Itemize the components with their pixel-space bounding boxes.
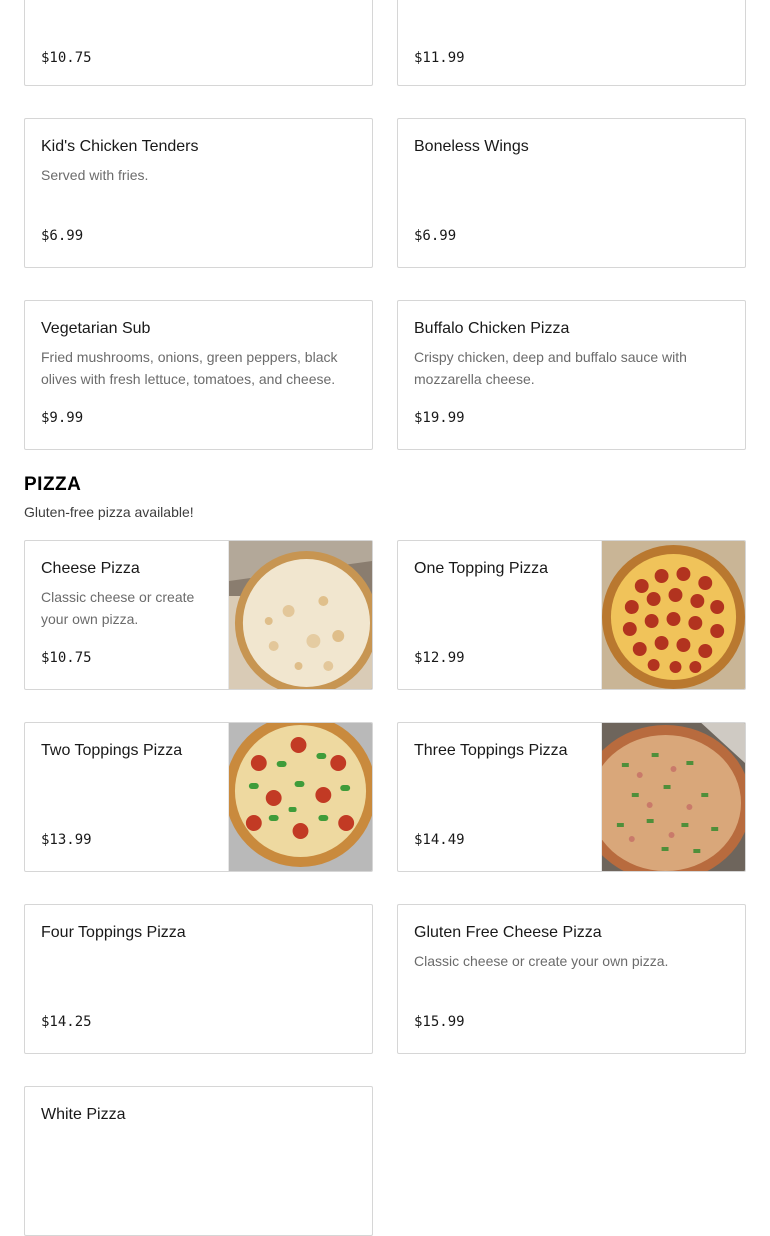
item-price: $10.75: [41, 50, 92, 66]
item-price: $10.75: [41, 650, 92, 666]
menu-item-card[interactable]: White Pizza: [24, 1086, 373, 1236]
item-description: Fried mushrooms, onions, green peppers, …: [41, 349, 338, 387]
menu-item-card[interactable]: Gluten Free Cheese Pizza Classic cheese …: [397, 904, 746, 1054]
section-subtitle: Gluten-free pizza available!: [24, 504, 194, 520]
item-price: $9.99: [41, 410, 84, 426]
item-description: Served with fries.: [41, 167, 149, 183]
item-name: Buffalo Chicken Pizza: [414, 320, 570, 337]
item-price: $14.49: [414, 832, 465, 848]
menu-item-card[interactable]: Four Toppings Pizza $14.25: [24, 904, 373, 1054]
menu-item-card[interactable]: $10.75: [24, 0, 373, 86]
item-name: Boneless Wings: [414, 138, 529, 155]
item-description: Classic cheese or create your own pizza.: [41, 589, 195, 627]
section-title: PIZZA: [24, 474, 82, 495]
menu-item-card[interactable]: Boneless Wings $6.99: [397, 118, 746, 268]
item-price: $6.99: [414, 228, 457, 244]
item-name: Vegetarian Sub: [41, 320, 151, 337]
item-name: Cheese Pizza: [41, 560, 140, 577]
item-description: Crispy chicken, deep and buffalo sauce w…: [414, 349, 687, 387]
item-name: Three Toppings Pizza: [414, 742, 568, 759]
item-description: Classic cheese or create your own pizza.: [414, 953, 669, 969]
three-topping-pizza-photo: [601, 723, 745, 871]
item-price: $13.99: [41, 832, 92, 848]
item-price: $15.99: [414, 1014, 465, 1030]
item-price: $6.99: [41, 228, 84, 244]
item-price: $12.99: [414, 650, 465, 666]
menu-item-card[interactable]: One Topping Pizza $12.99: [397, 540, 746, 690]
menu-item-card[interactable]: Three Toppings Pizza $14.49: [397, 722, 746, 872]
pepperoni-pizza-photo: [601, 541, 745, 689]
menu-item-card[interactable]: Cheese Pizza Classic cheese or create yo…: [24, 540, 373, 690]
menu-item-card[interactable]: Two Toppings Pizza $13.99: [24, 722, 373, 872]
item-price: $11.99: [414, 50, 465, 66]
menu-item-card[interactable]: Vegetarian Sub Fried mushrooms, onions, …: [24, 300, 373, 450]
menu-item-card[interactable]: Kid's Chicken Tenders Served with fries.…: [24, 118, 373, 268]
item-price: $14.25: [41, 1014, 92, 1030]
item-name: Two Toppings Pizza: [41, 742, 183, 759]
menu-item-card[interactable]: Buffalo Chicken Pizza Crispy chicken, de…: [397, 300, 746, 450]
item-name: Four Toppings Pizza: [41, 924, 186, 941]
item-name: Gluten Free Cheese Pizza: [414, 924, 602, 941]
pepper-pizza-photo: [228, 723, 372, 871]
item-name: Kid's Chicken Tenders: [41, 138, 199, 155]
cheese-pizza-photo: [228, 541, 372, 689]
item-name: White Pizza: [41, 1106, 126, 1123]
item-name: One Topping Pizza: [414, 560, 549, 577]
item-price: $19.99: [414, 410, 465, 426]
menu-item-card[interactable]: $11.99: [397, 0, 746, 86]
